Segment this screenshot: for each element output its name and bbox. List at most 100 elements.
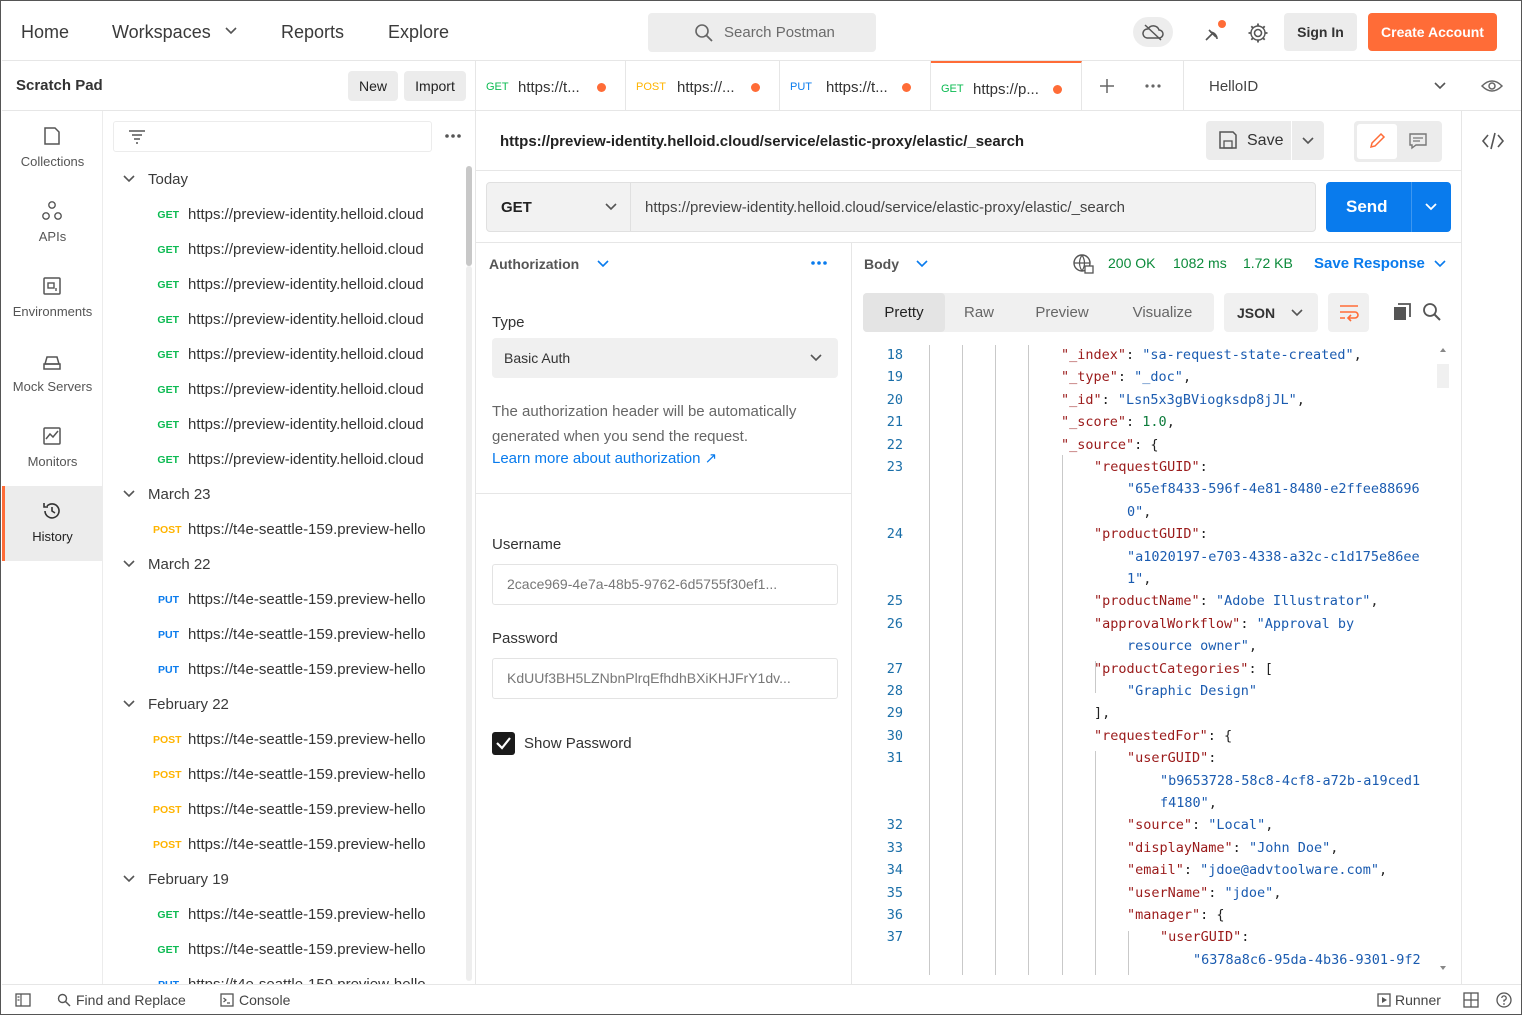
request-tab[interactable]: GET https://t...	[476, 61, 626, 111]
format-select[interactable]: JSON	[1224, 293, 1318, 332]
history-group[interactable]: March 23	[103, 477, 463, 512]
gear-icon[interactable]	[1247, 22, 1269, 44]
save-button[interactable]: Save	[1206, 121, 1324, 160]
history-item[interactable]: POST https://t4e-seattle-159.preview-hell…	[103, 512, 463, 547]
nav-reports[interactable]: Reports	[281, 22, 344, 43]
nav-workspaces[interactable]: Workspaces	[112, 22, 211, 43]
history-item[interactable]: GET https://preview-identity.helloid.clou…	[103, 302, 463, 337]
view-tab-raw[interactable]: Raw	[945, 293, 1013, 332]
response-time[interactable]: 1082 ms	[1173, 255, 1227, 271]
create-account-button[interactable]: Create Account	[1368, 13, 1497, 51]
satellite-icon[interactable]	[1202, 20, 1228, 44]
learn-more-link[interactable]: Learn more about authorization ↗	[492, 449, 717, 467]
history-item[interactable]: GET https://preview-identity.helloid.clou…	[103, 232, 463, 267]
history-item[interactable]: PUThttps://t4e-seattle-159.preview-hello	[103, 582, 463, 617]
two-pane-icon[interactable]	[1463, 992, 1479, 1008]
wrap-lines-button[interactable]	[1328, 293, 1369, 332]
nav-home[interactable]: Home	[21, 22, 69, 43]
import-button[interactable]: Import	[404, 71, 466, 101]
chevron-down-icon[interactable]	[1434, 259, 1446, 269]
authorization-dropdown[interactable]: Authorization	[489, 256, 579, 272]
history-scrollbar[interactable]	[466, 166, 472, 266]
history-item[interactable]: PUThttps://t4e-seattle-159.preview-hello	[103, 652, 463, 687]
history-item[interactable]: POST https://t4e-seattle-159.preview-hell…	[103, 792, 463, 827]
password-field[interactable]: KdUUf3BH5LZNbnPlrqEfhdhBXiKHJFrY1dv...	[492, 658, 838, 699]
view-tab-visualize[interactable]: Visualize	[1111, 293, 1214, 332]
environment-selector[interactable]: HelloID	[1184, 61, 1460, 111]
send-button[interactable]: Send	[1326, 182, 1451, 232]
url-input[interactable]: https://preview-identity.helloid.cloud/s…	[645, 199, 1125, 216]
history-item[interactable]: GET https://preview-identity.helloid.clou…	[103, 267, 463, 302]
history-item[interactable]: GET https://t4e-seattle-159.preview-hello	[103, 897, 463, 932]
history-group[interactable]: Today	[103, 162, 463, 197]
more-options-icon[interactable]	[444, 133, 462, 139]
response-body-code[interactable]: 18 "_index": "sa-request-state-created", 1…	[863, 345, 1433, 975]
code-scrollbar[interactable]	[1435, 346, 1451, 976]
username-field[interactable]: 2cace969-4e7a-48b5-9762-6d5755f30ef1...	[492, 564, 838, 605]
edit-mode-button[interactable]	[1357, 124, 1397, 159]
sidebar-item-mock-servers[interactable]: Mock Servers	[2, 336, 103, 411]
save-response-button[interactable]: Save Response	[1314, 255, 1425, 272]
search-icon[interactable]	[1422, 302, 1442, 322]
request-tab[interactable]: POST https://...	[626, 61, 780, 111]
show-password-label[interactable]: Show Password	[524, 735, 632, 752]
globe-lock-icon[interactable]	[1072, 253, 1094, 275]
search-input[interactable]: Search Postman	[648, 13, 876, 52]
chevron-down-icon[interactable]	[1425, 202, 1437, 212]
sidebar-item-collections[interactable]: Collections	[2, 111, 103, 186]
sidebar-toggle-icon[interactable]	[15, 993, 31, 1007]
request-tab[interactable]: GET https://p...	[931, 61, 1082, 111]
view-tab-pretty[interactable]: Pretty	[863, 293, 945, 332]
new-button[interactable]: New	[348, 71, 398, 101]
sidebar-item-apis[interactable]: APIs	[2, 186, 103, 261]
line-number: 37	[886, 929, 903, 946]
history-item[interactable]: GET https://preview-identity.helloid.clou…	[103, 372, 463, 407]
history-item[interactable]: GET https://preview-identity.helloid.clou…	[103, 337, 463, 372]
chevron-down-icon[interactable]	[597, 259, 609, 269]
sign-in-button[interactable]: Sign In	[1284, 13, 1357, 51]
history-group[interactable]: February 22	[103, 687, 463, 722]
view-tab-preview[interactable]: Preview	[1013, 293, 1111, 332]
history-item[interactable]: GET https://t4e-seattle-159.preview-hello	[103, 932, 463, 967]
status-code[interactable]: 200 OK	[1108, 255, 1155, 271]
chevron-down-icon[interactable]	[1302, 136, 1314, 146]
more-options-icon[interactable]	[810, 260, 828, 266]
history-item[interactable]: GET https://preview-identity.helloid.clou…	[103, 407, 463, 442]
sync-status-button[interactable]	[1133, 17, 1173, 47]
sidebar-item-history[interactable]: History	[2, 486, 103, 561]
console-button[interactable]: Console	[239, 992, 290, 1008]
new-tab-icon[interactable]	[1099, 78, 1115, 94]
show-password-checkbox[interactable]	[492, 732, 515, 755]
copy-icon[interactable]	[1392, 302, 1412, 322]
sidebar-item-environments[interactable]: Environments	[2, 261, 103, 336]
body-dropdown[interactable]: Body	[864, 256, 899, 272]
method-select[interactable]: GET	[487, 183, 631, 231]
history-item[interactable]: GET https://preview-identity.helloid.clou…	[103, 442, 463, 477]
history-filter-input[interactable]	[113, 121, 432, 152]
code-icon[interactable]	[1481, 131, 1505, 151]
eye-icon[interactable]	[1480, 77, 1504, 95]
sidebar-item-monitors[interactable]: Monitors	[2, 411, 103, 486]
help-icon[interactable]	[1496, 992, 1512, 1008]
nav-explore[interactable]: Explore	[388, 22, 449, 43]
history-item[interactable]: PUThttps://t4e-seattle-159.preview-hello	[103, 967, 463, 984]
history-item[interactable]: POST https://t4e-seattle-159.preview-hell…	[103, 757, 463, 792]
comment-icon[interactable]	[1408, 132, 1428, 150]
chevron-down-icon[interactable]	[225, 26, 237, 36]
request-title[interactable]: https://preview-identity.helloid.cloud/s…	[500, 133, 1024, 150]
history-item[interactable]: PUThttps://t4e-seattle-159.preview-hello	[103, 617, 463, 652]
find-replace-button[interactable]: Find and Replace	[76, 992, 186, 1008]
response-size[interactable]: 1.72 KB	[1243, 255, 1293, 271]
history-group[interactable]: March 22	[103, 547, 463, 582]
auth-type-select[interactable]: Basic Auth	[492, 338, 838, 378]
history-item[interactable]: POST https://t4e-seattle-159.preview-hell…	[103, 722, 463, 757]
history-item[interactable]: GET https://preview-identity.helloid.clou…	[103, 197, 463, 232]
history-item[interactable]: POST https://t4e-seattle-159.preview-hell…	[103, 827, 463, 862]
history-group[interactable]: February 19	[103, 862, 463, 897]
runner-button[interactable]: Runner	[1395, 992, 1441, 1008]
chevron-down-icon[interactable]	[916, 259, 928, 269]
tab-options-icon[interactable]	[1144, 83, 1162, 89]
request-tab[interactable]: PUT https://t...	[780, 61, 931, 111]
code-token: "source"	[1127, 817, 1193, 834]
history-item-url: https://t4e-seattle-159.preview-hello	[188, 976, 448, 984]
